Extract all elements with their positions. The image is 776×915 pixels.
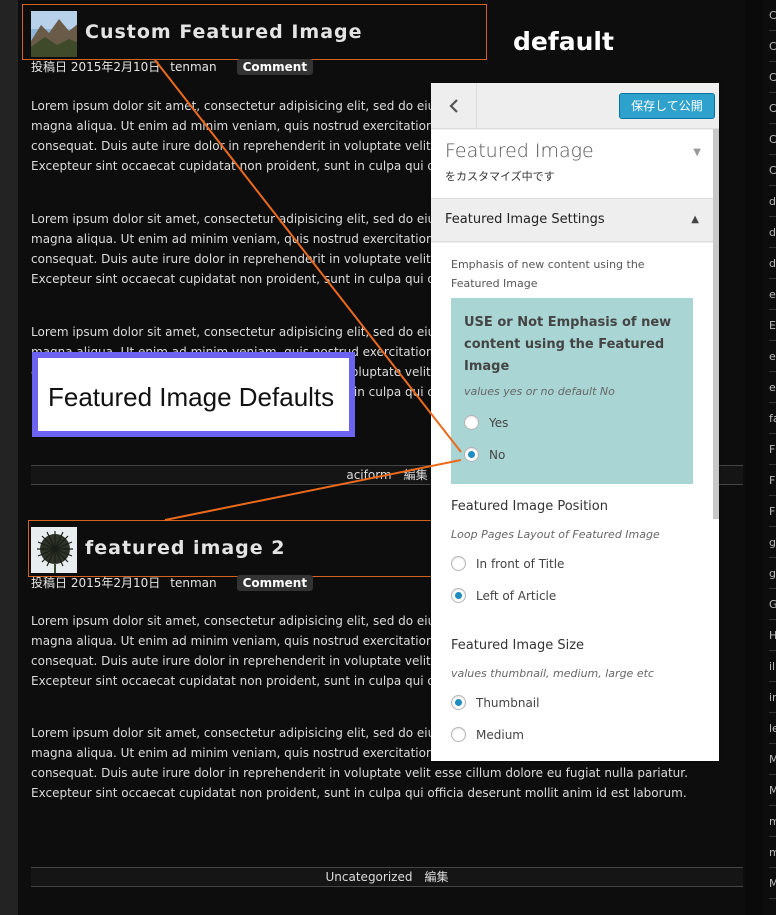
sidebar-link[interactable]: C [769, 0, 776, 31]
radio-button[interactable] [464, 447, 479, 462]
radio-button[interactable] [451, 588, 466, 603]
caret-down-icon[interactable]: ▼ [693, 147, 701, 158]
chevron-left-icon [448, 99, 458, 113]
size-note: values thumbnail, medium, large etc [451, 667, 654, 680]
sidebar-link[interactable]: il [769, 651, 776, 682]
sidebar-link[interactable]: e [769, 279, 776, 310]
radio-button[interactable] [451, 727, 466, 742]
post-thumbnail-mountain[interactable] [31, 11, 77, 57]
sidebar-link[interactable]: E [769, 310, 776, 341]
sidebar-link[interactable]: e [769, 341, 776, 372]
sidebar-link[interactable]: M [769, 744, 776, 775]
radio-option-left-of-article[interactable]: Left of Article [451, 588, 556, 603]
sidebar-list: CCCCCCdddeEeefaFFFggGHilinleMMmmM [763, 0, 776, 915]
sidebar-link[interactable]: M [769, 868, 776, 899]
default-label: default [513, 27, 614, 56]
settings-controls: Emphasis of new content using the Featur… [431, 243, 719, 761]
sidebar-strip [745, 0, 763, 915]
post-footer-categories[interactable]: Uncategorized 編集 [31, 867, 743, 887]
sidebar-link[interactable]: M [769, 775, 776, 806]
back-button[interactable] [431, 83, 477, 129]
emphasis-description: Emphasis of new content using the Featur… [451, 258, 645, 290]
settings-title: Featured Image Settings [445, 212, 605, 227]
radio-label: Left of Article [476, 588, 557, 603]
sidebar-link[interactable]: G [769, 589, 776, 620]
section-title: Featured Image [445, 140, 594, 162]
post-date[interactable]: 投稿日 2015年2月10日 [31, 58, 160, 75]
sidebar-link[interactable]: C [769, 31, 776, 62]
comment-button[interactable]: Comment [236, 574, 314, 591]
radio-option-no[interactable]: No [464, 447, 505, 462]
comment-button[interactable]: Comment [236, 58, 314, 75]
radio-option-yes[interactable]: Yes [464, 415, 508, 430]
sidebar-link[interactable]: C [769, 93, 776, 124]
post-title[interactable]: featured image 2 [85, 537, 286, 559]
post-date[interactable]: 投稿日 2015年2月10日 [31, 574, 160, 591]
sidebar-link[interactable]: C [769, 155, 776, 186]
sidebar-link[interactable]: F [769, 434, 776, 465]
section-header: Featured Image をカスタマイズ中です ▼ [431, 130, 719, 198]
post-thumbnail-thistle[interactable] [31, 527, 77, 573]
caret-up-icon[interactable]: ▲ [691, 214, 699, 225]
left-gutter [0, 0, 18, 915]
sidebar-link[interactable]: d [769, 248, 776, 279]
defaults-label-text: Featured Image Defaults [48, 382, 335, 412]
radio-option-in-front-of-title[interactable]: In front of Title [451, 556, 564, 571]
sidebar-link[interactable]: fa [769, 403, 776, 434]
sidebar-link[interactable]: H [769, 620, 776, 651]
sidebar-link[interactable]: d [769, 217, 776, 248]
post-author[interactable]: tenman [170, 60, 216, 74]
emphasis-note: values yes or no default No [464, 385, 615, 398]
radio-label: Yes [489, 415, 509, 430]
radio-button[interactable] [451, 556, 466, 571]
radio-option-thumbnail[interactable]: Thumbnail [451, 695, 539, 710]
post-meta: 投稿日 2015年2月10日 tenman Comment [31, 58, 314, 75]
customizer-panel: 保存して公開 Featured Image をカスタマイズ中です ▼ Featu… [431, 83, 719, 761]
post-title[interactable]: Custom Featured Image [85, 21, 363, 43]
position-note: Loop Pages Layout of Featured Image [451, 528, 660, 541]
post-meta: 投稿日 2015年2月10日 tenman Comment [31, 574, 314, 591]
radio-button[interactable] [464, 415, 479, 430]
position-title: Featured Image Position [451, 499, 608, 514]
sidebar-link[interactable]: e [769, 372, 776, 403]
emphasis-title: USE or Not Emphasis of new content using… [464, 315, 672, 374]
section-subtitle: をカスタマイズ中です [445, 170, 555, 183]
sidebar-link[interactable]: F [769, 496, 776, 527]
save-publish-button[interactable]: 保存して公開 [619, 93, 715, 119]
post-author[interactable]: tenman [170, 576, 216, 590]
radio-label: Thumbnail [476, 695, 540, 710]
panel-scrollbar[interactable] [713, 129, 719, 519]
radio-label: No [489, 447, 506, 462]
sidebar-link[interactable]: F [769, 465, 776, 496]
featured-image-defaults-label: Featured Image Defaults [32, 352, 355, 437]
settings-accordion-header[interactable]: Featured Image Settings ▲ [431, 198, 719, 242]
sidebar-link[interactable]: C [769, 124, 776, 155]
sidebar-link[interactable]: g [769, 527, 776, 558]
sidebar-link[interactable]: C [769, 62, 776, 93]
sidebar-link[interactable]: g [769, 558, 776, 589]
radio-button[interactable] [451, 695, 466, 710]
radio-label: In front of Title [476, 556, 565, 571]
size-title: Featured Image Size [451, 638, 585, 653]
sidebar-link[interactable]: d [769, 186, 776, 217]
sidebar-link[interactable]: m [769, 806, 776, 837]
emphasis-control: USE or Not Emphasis of new content using… [451, 298, 693, 484]
radio-option-medium[interactable]: Medium [451, 727, 524, 742]
sidebar-link[interactable]: le [769, 713, 776, 744]
panel-header: 保存して公開 [431, 83, 719, 129]
sidebar-link[interactable]: m [769, 837, 776, 868]
radio-label: Medium [476, 727, 524, 742]
sidebar-link[interactable]: in [769, 682, 776, 713]
